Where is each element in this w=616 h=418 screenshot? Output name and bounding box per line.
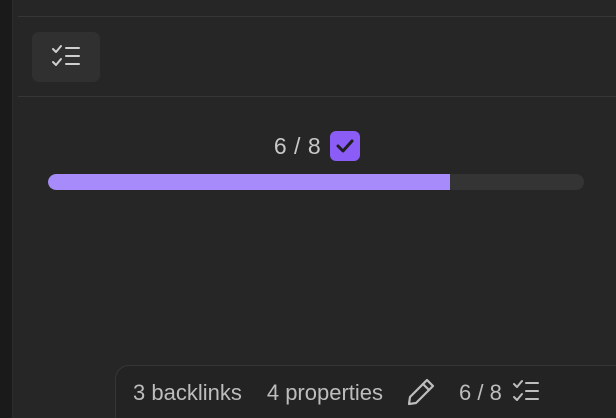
properties-count[interactable]: 4 properties xyxy=(267,366,383,418)
checklist-icon xyxy=(51,44,81,70)
backlinks-count[interactable]: 3 backlinks xyxy=(133,366,242,418)
checklist-icon[interactable] xyxy=(512,379,540,405)
toolbar xyxy=(18,17,616,97)
status-bar: 3 backlinks 4 properties 6 / 8 xyxy=(115,365,616,418)
progress-count-text: 6 / 8 xyxy=(273,133,322,159)
progress-counter: 6 / 8 xyxy=(18,131,616,161)
editor-pane: 6 / 8 3 backlinks 4 properties 6 / 8 xyxy=(18,0,616,418)
task-list-button[interactable] xyxy=(32,32,100,82)
left-sidebar-edge xyxy=(0,0,12,418)
pencil-icon[interactable] xyxy=(405,376,437,408)
app-window: 6 / 8 3 backlinks 4 properties 6 / 8 xyxy=(0,0,616,418)
tasks-count[interactable]: 6 / 8 xyxy=(459,366,502,418)
progress-bar-fill xyxy=(48,174,450,190)
progress-bar xyxy=(48,174,584,190)
checkbox-checked-icon xyxy=(330,131,361,161)
pane-header xyxy=(18,0,616,17)
